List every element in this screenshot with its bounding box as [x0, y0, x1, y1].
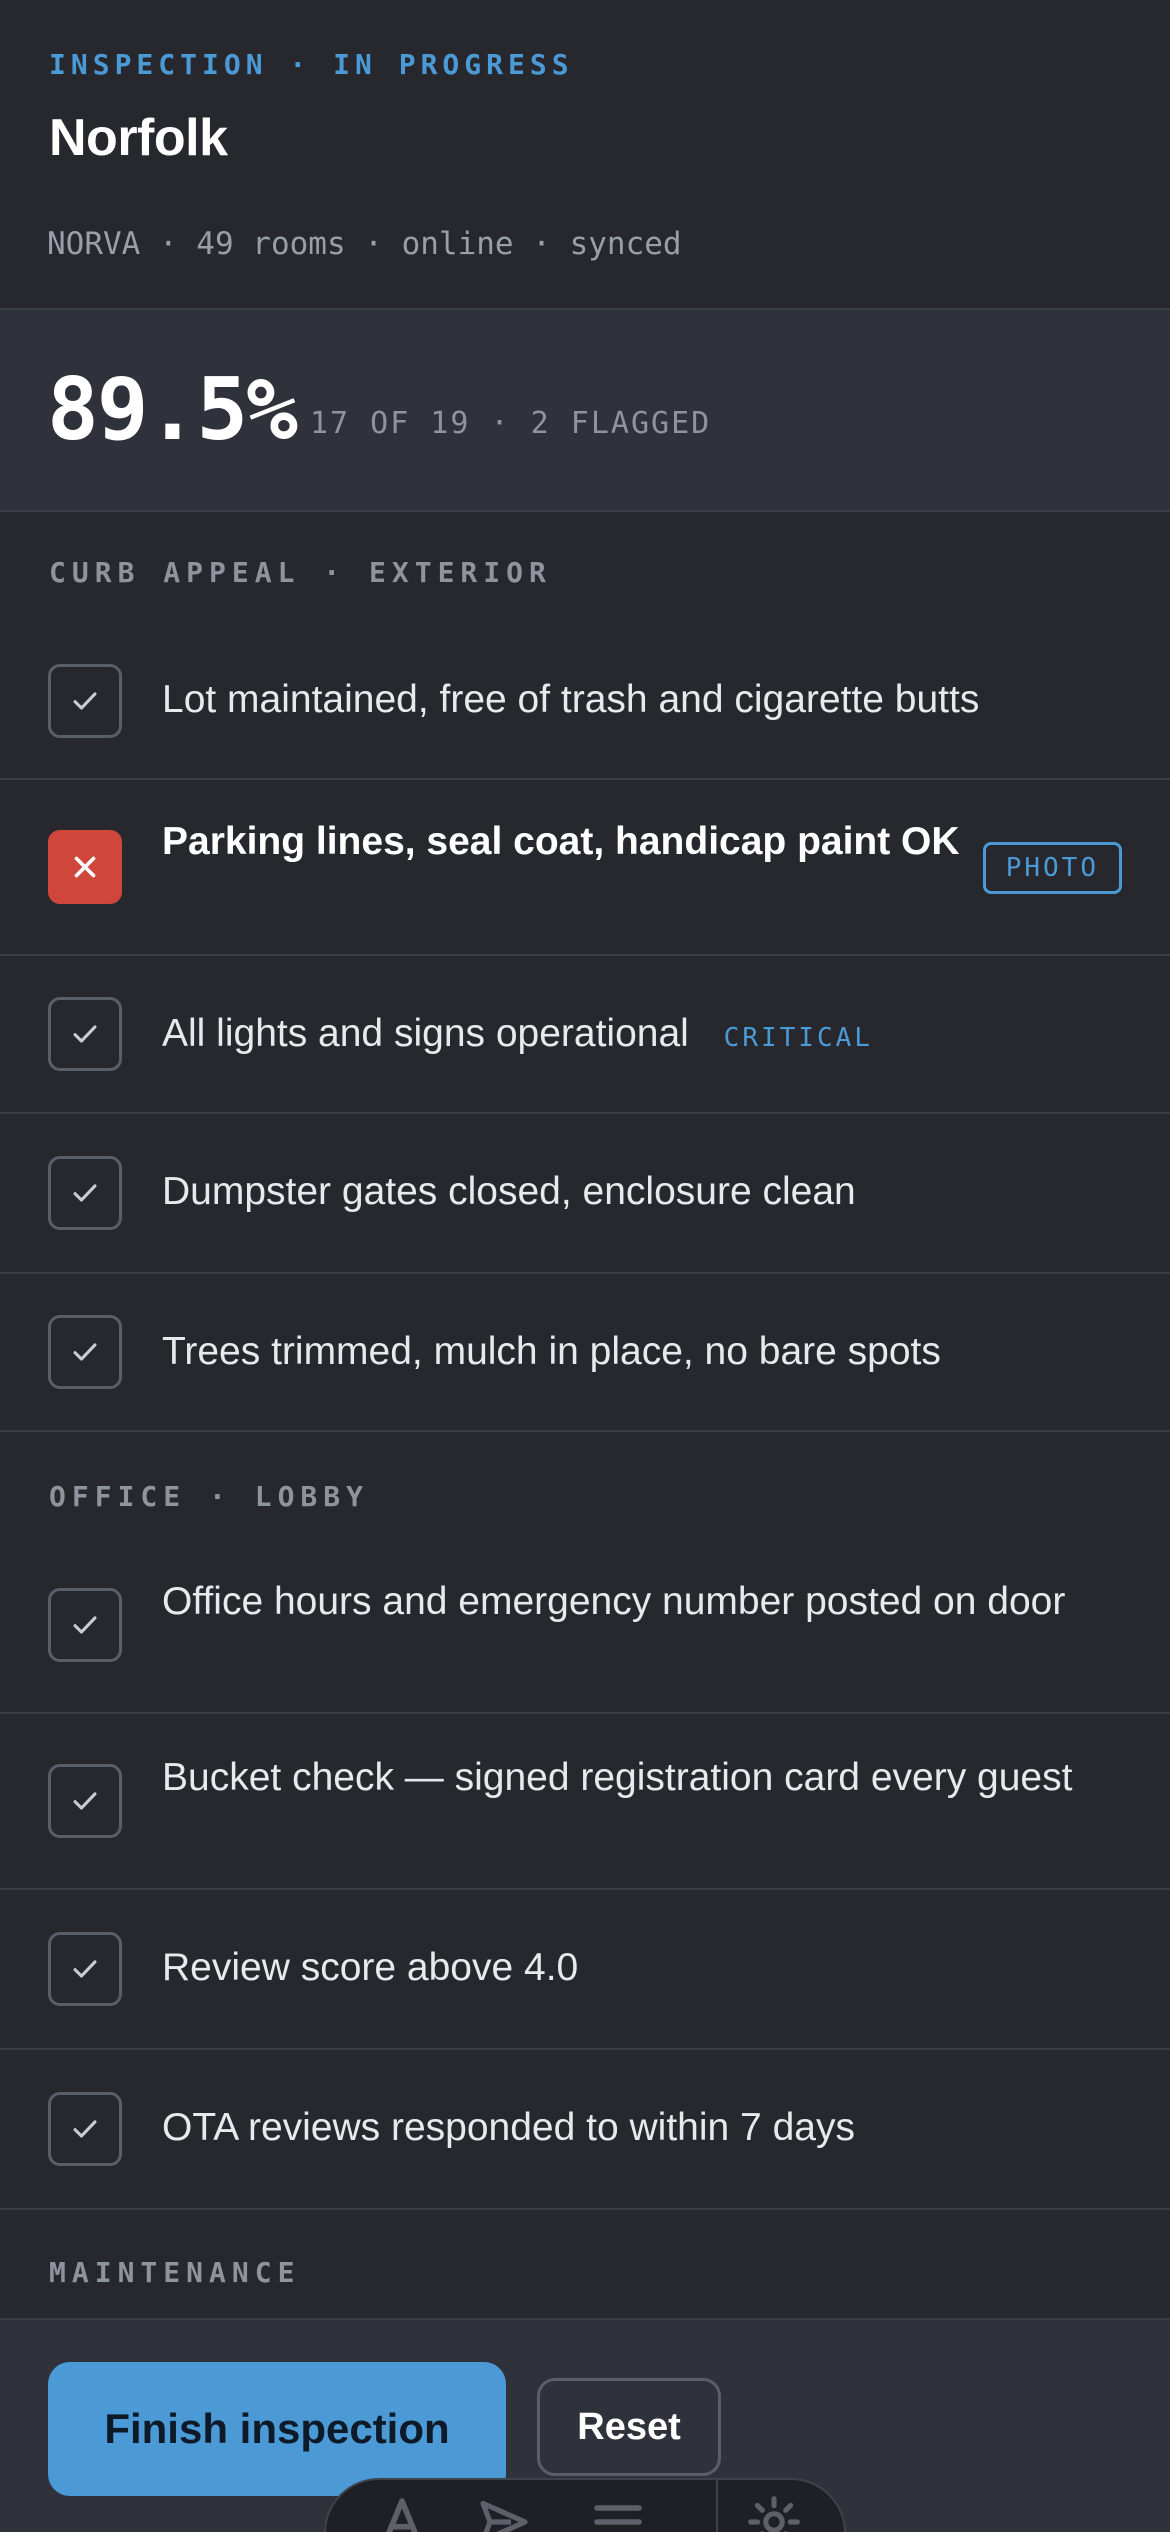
item-label: Parking lines, seal coat, handicap paint…	[162, 820, 960, 863]
checklist-item[interactable]: Parking lines, seal coat, handicap paint…	[0, 780, 1170, 956]
item-label: All lights and signs operational	[162, 1012, 689, 1055]
checkbox[interactable]	[48, 997, 122, 1071]
item-label: Office hours and emergency number posted…	[162, 1580, 1066, 1623]
critical-tag: CRITICAL	[723, 1023, 873, 1053]
item-label: Lot maintained, free of trash and cigare…	[162, 678, 980, 721]
checkbox[interactable]	[48, 664, 122, 738]
item-label: Bucket check — signed registration card …	[162, 1756, 1073, 1799]
check-icon	[73, 1025, 97, 1043]
check-icon	[73, 1792, 97, 1810]
item-label: Review score above 4.0	[162, 1946, 579, 1989]
dock-divider	[716, 2480, 718, 2532]
checklist-item[interactable]: Review score above 4.0	[0, 1890, 1170, 2050]
item-label: OTA reviews responded to within 7 days	[162, 2106, 855, 2149]
score-summary: 89.5% 17 OF 19 · 2 FLAGGED	[0, 310, 1170, 512]
checklist-item[interactable]: All lights and signs operational CRITICA…	[0, 956, 1170, 1114]
check-icon	[73, 1184, 97, 1202]
check-icon	[73, 1960, 97, 1978]
item-label: Trees trimmed, mulch in place, no bare s…	[162, 1330, 941, 1373]
inspection-status: INSPECTION · IN PROGRESS	[49, 48, 574, 81]
text-icon[interactable]	[374, 2494, 430, 2532]
section-title: CURB APPEAL · EXTERIOR	[49, 556, 552, 589]
check-icon	[73, 692, 97, 710]
check-icon	[73, 1343, 97, 1361]
send-icon[interactable]	[476, 2494, 532, 2532]
checklist-item[interactable]: OTA reviews responded to within 7 days	[0, 2050, 1170, 2210]
photo-tag[interactable]: PHOTO	[982, 842, 1122, 894]
score-percent: 89.5%	[47, 360, 298, 460]
check-icon	[73, 2120, 97, 2138]
reset-button[interactable]: Reset	[537, 2378, 721, 2476]
checkbox[interactable]	[48, 2092, 122, 2166]
section-title: OFFICE · LOBBY	[49, 1480, 370, 1513]
checkbox[interactable]	[48, 1588, 122, 1662]
checklist-item[interactable]: Trees trimmed, mulch in place, no bare s…	[0, 1274, 1170, 1432]
check-icon	[73, 1616, 97, 1634]
inspection-header: INSPECTION · IN PROGRESS Norfolk NORVA ·…	[0, 0, 1170, 310]
checkbox-flagged[interactable]	[48, 830, 122, 904]
checkbox[interactable]	[48, 1764, 122, 1838]
checklist-item[interactable]: Office hours and emergency number posted…	[0, 1538, 1170, 1714]
section-title: MAINTENANCE	[49, 2256, 301, 2289]
checklist-item[interactable]: Dumpster gates closed, enclosure clean	[0, 1114, 1170, 1274]
page-title: Norfolk	[49, 109, 228, 167]
close-icon	[74, 856, 96, 878]
property-meta: NORVA · 49 rooms · online · synced	[47, 226, 682, 262]
item-label-group: All lights and signs operational CRITICA…	[162, 1010, 873, 1062]
checklist-item[interactable]: Lot maintained, free of trash and cigare…	[0, 624, 1170, 780]
floating-dock	[324, 2478, 846, 2532]
menu-icon[interactable]	[590, 2494, 646, 2532]
gear-icon[interactable]	[746, 2494, 802, 2532]
checkbox[interactable]	[48, 1156, 122, 1230]
checkbox[interactable]	[48, 1932, 122, 2006]
score-detail: 17 OF 19 · 2 FLAGGED	[310, 406, 712, 441]
checklist-item[interactable]: Bucket check — signed registration card …	[0, 1714, 1170, 1890]
finish-inspection-button[interactable]: Finish inspection	[48, 2362, 506, 2496]
item-label: Dumpster gates closed, enclosure clean	[162, 1170, 856, 1213]
checkbox[interactable]	[48, 1315, 122, 1389]
